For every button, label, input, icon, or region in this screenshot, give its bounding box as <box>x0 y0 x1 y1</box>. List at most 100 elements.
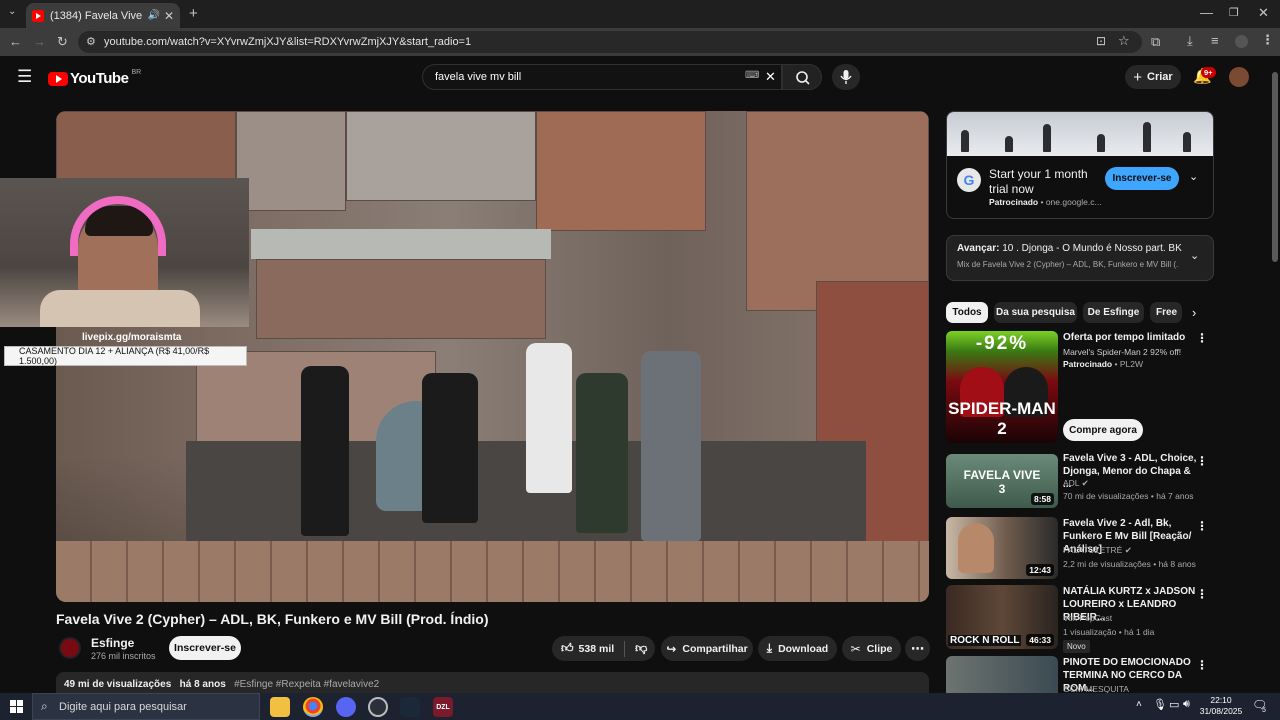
recommendation-item[interactable]: FAVELA VIVE 3 8:58 Favela Vive 3 - ADL, … <box>946 453 1214 508</box>
extensions-icon[interactable]: ⧉ <box>1151 34 1160 50</box>
bookmark-star-icon[interactable]: ☆ <box>1118 33 1130 49</box>
taskbar-search-placeholder: Digite aqui para pesquisar <box>59 700 187 713</box>
recommendation-channel[interactable]: ADL ✔ <box>1063 478 1089 489</box>
restore-icon[interactable]: ❐ <box>1229 6 1239 19</box>
recommendation-menu-icon[interactable]: ⋮ <box>1196 658 1208 672</box>
chrome-icon[interactable] <box>303 697 323 717</box>
back-icon[interactable]: ← <box>9 34 22 49</box>
taskbar-clock[interactable]: 22:10 31/08/2025 <box>1196 695 1246 717</box>
chip-da-sua-pesquisa[interactable]: Da sua pesquisa <box>994 302 1077 323</box>
download-icon: ⤓ <box>766 641 773 655</box>
user-avatar[interactable] <box>1229 67 1249 87</box>
address-bar[interactable]: ⚙ youtube.com/watch?v=XYvrwZmjXJY&list=R… <box>78 31 1142 53</box>
dislike-button[interactable]: 👎︎ <box>635 641 647 656</box>
downloads-icon[interactable]: ⤓ <box>1187 33 1193 49</box>
new-tab-icon[interactable]: + <box>189 5 198 22</box>
dzl-app-icon[interactable]: DZL <box>433 697 453 717</box>
more-actions-button[interactable]: ⋯ <box>905 636 930 661</box>
close-tab-icon[interactable]: ✕ <box>164 9 174 23</box>
pink-headset <box>70 196 166 256</box>
promo-meta: Patrocinado • PL2W <box>1063 359 1143 369</box>
tray-network-icon[interactable]: ▭ <box>1169 698 1179 711</box>
tray-mic-icon[interactable]: 🎙 <box>1153 698 1167 711</box>
search-icon <box>796 71 810 85</box>
promo-item[interactable]: -92% SPIDER-MAN 2 Oferta por tempo limit… <box>946 331 1214 446</box>
up-next-card[interactable]: Avançar: 10 . Djonga - O Mundo é Nosso p… <box>946 235 1214 281</box>
sponsored-ad-card[interactable]: G Start your 1 month trial now Patrocina… <box>946 111 1214 219</box>
browser-tab[interactable]: (1384) Favela Vive 2 (Cypher 🔊 ✕ <box>26 3 180 28</box>
tray-volume-icon[interactable]: 🔊︎ <box>1183 698 1190 711</box>
taskbar-search[interactable]: ⌕ Digite aqui para pesquisar <box>32 693 260 720</box>
channel-label: FALATUZETRÉ <box>1063 545 1123 555</box>
recommendation-thumbnail: ROCK N ROLL 46:33 <box>946 585 1058 649</box>
recommendation-channel[interactable]: FALATUZETRÉ ✔ <box>1063 545 1132 556</box>
speaker-icon[interactable]: 🔊 <box>147 10 159 21</box>
recommendation-channel[interactable]: GCM MESQUITA <box>1063 684 1129 693</box>
subscribe-button[interactable]: Inscrever-se <box>169 636 241 660</box>
minimize-icon[interactable]: — <box>1200 5 1213 20</box>
windows-start-icon[interactable] <box>10 700 23 713</box>
recommendation-menu-icon[interactable]: ⋮ <box>1196 454 1208 468</box>
ad-subscribe-button[interactable]: Inscrever-se <box>1105 167 1179 190</box>
plus-icon: + <box>1133 68 1143 86</box>
chips-next-icon[interactable]: › <box>1192 305 1196 320</box>
share-button[interactable]: ↪ Compartilhar <box>661 636 753 661</box>
recommendation-channel[interactable]: Vox PopCast <box>1063 613 1112 623</box>
youtube-logo[interactable]: YouTube BR <box>48 69 141 87</box>
keyboard-icon[interactable]: ⌨ <box>745 70 759 81</box>
tab-title: (1384) Favela Vive 2 (Cypher <box>50 9 144 22</box>
clock-time: 22:10 <box>1210 695 1232 705</box>
recommendation-item[interactable]: ROCK N ROLL 46:33 NATÁLIA KURTZ x JADSON… <box>946 585 1214 653</box>
up-next-prefix: Avançar: <box>957 243 1000 254</box>
thumbs-down-icon: 👎︎ <box>635 641 648 655</box>
site-info-icon[interactable]: ⚙ <box>86 35 96 48</box>
channel-name[interactable]: Esfinge <box>91 636 134 650</box>
search-button[interactable] <box>782 64 822 90</box>
hashtags[interactable]: #Esfinge #Rexpeita #favelavive2 <box>234 679 379 690</box>
recommendation-menu-icon[interactable]: ⋮ <box>1196 587 1208 601</box>
chip-todos[interactable]: Todos <box>946 302 988 323</box>
forward-icon[interactable]: → <box>33 34 46 49</box>
up-next-chevron-icon[interactable]: ⌄ <box>1190 249 1199 262</box>
install-app-icon[interactable]: ⊡ <box>1096 34 1106 48</box>
recommendation-item[interactable]: PINOTE DO EMOCIONADO TERMINA NO CERCO DA… <box>946 656 1214 693</box>
search-value: favela vive mv bill <box>435 71 522 83</box>
duration-badge: 12:43 <box>1026 564 1054 576</box>
voice-search-button[interactable] <box>832 64 860 90</box>
like-button[interactable]: 👍︎ 538 mil <box>561 641 614 656</box>
tab-list-icon[interactable]: ⌄ <box>8 6 16 17</box>
create-button[interactable]: + Criar <box>1125 65 1181 89</box>
upload-age: há 8 anos <box>179 679 226 690</box>
reload-icon[interactable]: ↻ <box>57 34 68 50</box>
scrollbar-thumb[interactable] <box>1272 72 1278 262</box>
search-input[interactable]: favela vive mv bill ⌨ ✕ <box>422 64 782 90</box>
logo-wordmark: YouTube <box>70 70 129 87</box>
discord-icon[interactable] <box>336 697 356 717</box>
chevron-down-icon[interactable]: ⌄ <box>1189 170 1198 183</box>
download-button[interactable]: ⤓ Download <box>758 636 837 661</box>
recommendation-menu-icon[interactable]: ⋮ <box>1196 519 1208 533</box>
tray-chevron-icon[interactable]: ˄ <box>1136 699 1142 710</box>
file-explorer-icon[interactable] <box>270 697 290 717</box>
promo-menu-icon[interactable]: ⋮ <box>1196 331 1208 345</box>
url-text: youtube.com/watch?v=XYvrwZmjXJY&list=RDX… <box>104 36 472 48</box>
clear-search-icon[interactable]: ✕ <box>765 69 776 85</box>
recommendation-item[interactable]: 12:43 Favela Vive 2 - Adl, Bk, Funkero E… <box>946 517 1214 579</box>
subscriber-count: 276 mil inscritos <box>91 651 156 661</box>
chip-de-esfinge[interactable]: De Esfinge <box>1083 302 1144 323</box>
browser-menu-icon[interactable]: ⋮ <box>1261 32 1274 48</box>
channel-avatar[interactable] <box>59 637 81 659</box>
obs-icon[interactable] <box>368 697 388 717</box>
close-window-icon[interactable]: ✕ <box>1258 5 1269 21</box>
recommendation-thumbnail: 12:43 <box>946 517 1058 579</box>
page-scrollbar[interactable] <box>1270 62 1280 692</box>
promo-subtitle: Marvel's Spider-Man 2 92% off! <box>1063 347 1182 357</box>
chip-free[interactable]: Free <box>1150 302 1182 323</box>
clip-button[interactable]: ✂ Clipe <box>842 636 901 661</box>
youtube-favicon-icon <box>32 9 44 22</box>
steam-icon[interactable] <box>400 697 420 717</box>
hamburger-menu-icon[interactable]: ☰ <box>17 67 32 87</box>
profile-avatar-icon[interactable] <box>1235 35 1248 48</box>
promo-buy-button[interactable]: Compre agora <box>1063 419 1143 441</box>
reading-list-icon[interactable]: ≡ <box>1211 33 1219 48</box>
